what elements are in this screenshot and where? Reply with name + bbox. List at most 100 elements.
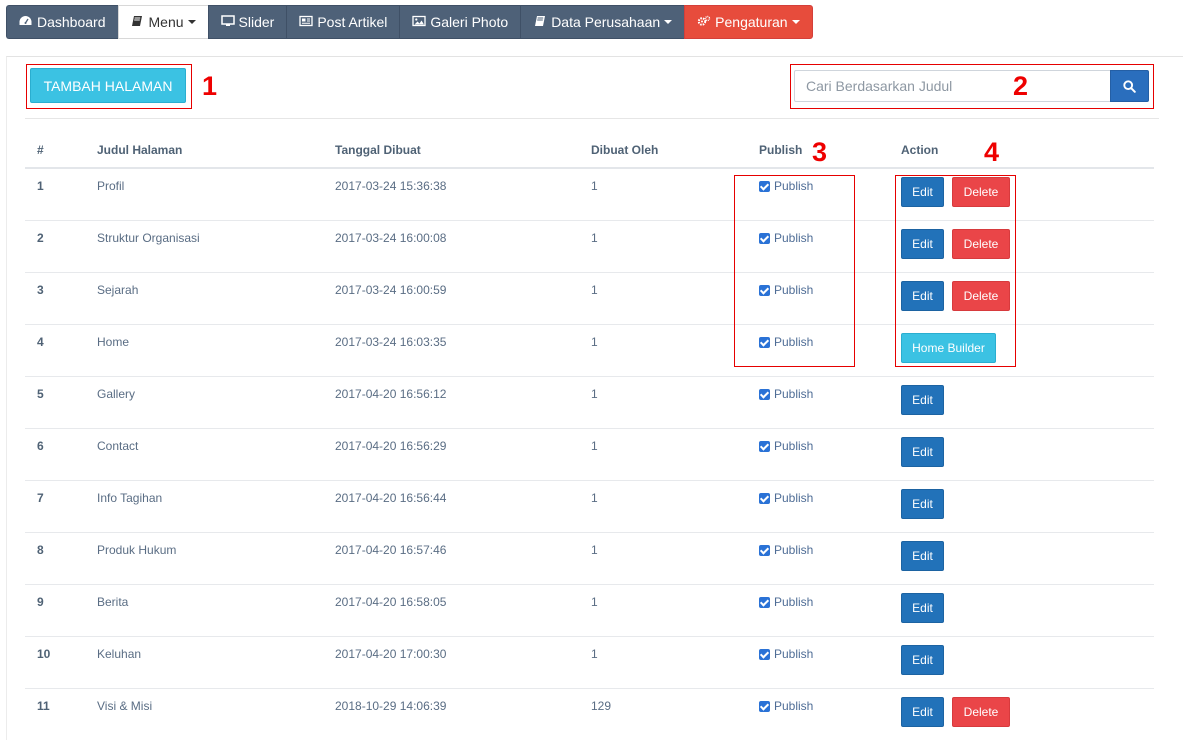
row-number: 11: [37, 699, 50, 713]
nav-label: Slider: [238, 14, 275, 30]
row-title: Sejarah: [97, 283, 139, 297]
row-created-by: 1: [591, 543, 598, 557]
row-date: 2017-04-20 16:56:12: [335, 387, 447, 401]
row-date: 2017-04-20 16:56:44: [335, 491, 447, 505]
edit-button[interactable]: Edit: [901, 645, 944, 675]
row-number: 4: [37, 335, 44, 349]
nav-label: Pengaturan: [715, 14, 788, 30]
annotation-number-4: 4: [984, 137, 1000, 167]
row-title: Struktur Organisasi: [97, 231, 200, 245]
table-row: 8 Produk Hukum 2017-04-20 16:57:46 1 Publish…: [25, 533, 1154, 585]
row-date: 2017-04-20 16:56:29: [335, 439, 447, 453]
search-button[interactable]: [1110, 70, 1149, 102]
row-date: 2017-04-20 17:00:30: [335, 647, 447, 661]
row-title: Berita: [97, 595, 129, 609]
dashboard-icon: [19, 14, 32, 30]
edit-button[interactable]: Edit: [901, 437, 944, 467]
row-title: Keluhan: [97, 647, 142, 661]
row-title: Contact: [97, 439, 139, 453]
publish-label: Publish: [774, 543, 814, 557]
publish-toggle[interactable]: Publish: [759, 647, 813, 661]
nav-label: Menu: [148, 14, 184, 30]
publish-toggle[interactable]: Publish: [759, 387, 813, 401]
nav-galeri-photo[interactable]: Galeri Photo: [399, 5, 521, 39]
toolbar-divider: [25, 118, 1159, 119]
header-publish: Publish: [759, 143, 803, 157]
annotation-box-3: [734, 175, 855, 367]
row-created-by: 129: [591, 699, 612, 713]
row-title: Info Tagihan: [97, 491, 163, 505]
row-date: 2017-04-20 16:58:05: [335, 595, 447, 609]
row-created-by: 1: [591, 387, 598, 401]
table-row: 11 Visi & Misi 2018-10-29 14:06:39 129 Publi…: [25, 689, 1154, 740]
publish-toggle[interactable]: Publish: [759, 543, 813, 557]
row-title: Visi & Misi: [97, 699, 153, 713]
edit-button[interactable]: Edit: [901, 541, 944, 571]
row-date: 2017-03-24 16:00:59: [335, 283, 447, 297]
header-title: Judul Halaman: [97, 143, 183, 157]
search-input[interactable]: [794, 70, 1110, 102]
add-page-button[interactable]: TAMBAH HALAMAN: [30, 68, 186, 103]
nav-data-perusahaan[interactable]: Data Perusahaan: [520, 5, 685, 39]
nav-label: Dashboard: [37, 14, 106, 30]
row-created-by: 1: [591, 491, 598, 505]
row-created-by: 1: [591, 231, 598, 245]
row-number: 8: [37, 543, 44, 557]
row-date: 2017-04-20 16:57:46: [335, 543, 447, 557]
edit-button[interactable]: Edit: [901, 593, 944, 623]
edit-button[interactable]: Edit: [901, 697, 944, 727]
publish-checkbox[interactable]: [759, 700, 770, 712]
row-created-by: 1: [591, 595, 598, 609]
row-date: 2018-10-29 14:06:39: [335, 699, 447, 713]
annotation-number-2: 2: [1013, 71, 1029, 101]
nav-dashboard[interactable]: Dashboard: [6, 5, 118, 39]
row-number: 10: [37, 647, 51, 661]
publish-toggle[interactable]: Publish: [759, 595, 813, 609]
publish-checkbox[interactable]: [759, 596, 770, 608]
gears-icon: [697, 14, 711, 30]
annotation-number-1: 1: [202, 71, 218, 101]
nav-label: Data Perusahaan: [551, 14, 661, 30]
publish-label: Publish: [774, 647, 814, 661]
row-number: 3: [37, 283, 44, 297]
row-title: Gallery: [97, 387, 136, 401]
header-action: Action: [901, 143, 939, 157]
nav-post-artikel[interactable]: Post Artikel: [286, 5, 400, 39]
publish-checkbox[interactable]: [759, 388, 770, 400]
row-date: 2017-03-24 16:00:08: [335, 231, 447, 245]
publish-toggle[interactable]: Publish: [759, 699, 813, 713]
delete-button[interactable]: Delete: [952, 697, 1010, 727]
row-number: 5: [37, 387, 44, 401]
publish-checkbox[interactable]: [759, 544, 770, 556]
row-number: 7: [37, 491, 44, 505]
publish-toggle[interactable]: Publish: [759, 491, 813, 505]
publish-checkbox[interactable]: [759, 492, 770, 504]
newspaper-icon: [299, 14, 313, 30]
header-number: #: [37, 143, 44, 157]
row-created-by: 1: [591, 439, 598, 453]
table-row: 7 Info Tagihan 2017-04-20 16:56:44 1 Publish…: [25, 481, 1154, 533]
header-created-by: Dibuat Oleh: [591, 143, 659, 157]
nav-pengaturan[interactable]: Pengaturan: [684, 5, 813, 39]
picture-icon: [412, 14, 427, 30]
row-number: 9: [37, 595, 44, 609]
publish-label: Publish: [774, 699, 814, 713]
publish-toggle[interactable]: Publish: [759, 439, 813, 453]
publish-checkbox[interactable]: [759, 440, 770, 452]
nav-label: Galeri Photo: [430, 14, 509, 30]
book-icon: [533, 14, 546, 30]
edit-button[interactable]: Edit: [901, 489, 944, 519]
publish-label: Publish: [774, 595, 814, 609]
search-icon: [1123, 79, 1136, 93]
publish-checkbox[interactable]: [759, 648, 770, 660]
row-created-by: 1: [591, 283, 598, 297]
row-title: Produk Hukum: [97, 543, 177, 557]
nav-menu[interactable]: Menu: [117, 5, 208, 39]
row-title: Profil: [97, 179, 125, 193]
nav-slider[interactable]: Slider: [207, 5, 287, 39]
edit-button[interactable]: Edit: [901, 385, 944, 415]
caret-down-icon: [187, 20, 196, 24]
table-row: 6 Contact 2017-04-20 16:56:29 1 Publish Edit: [25, 429, 1154, 481]
row-number: 2: [37, 231, 44, 245]
row-title: Home: [97, 335, 130, 349]
